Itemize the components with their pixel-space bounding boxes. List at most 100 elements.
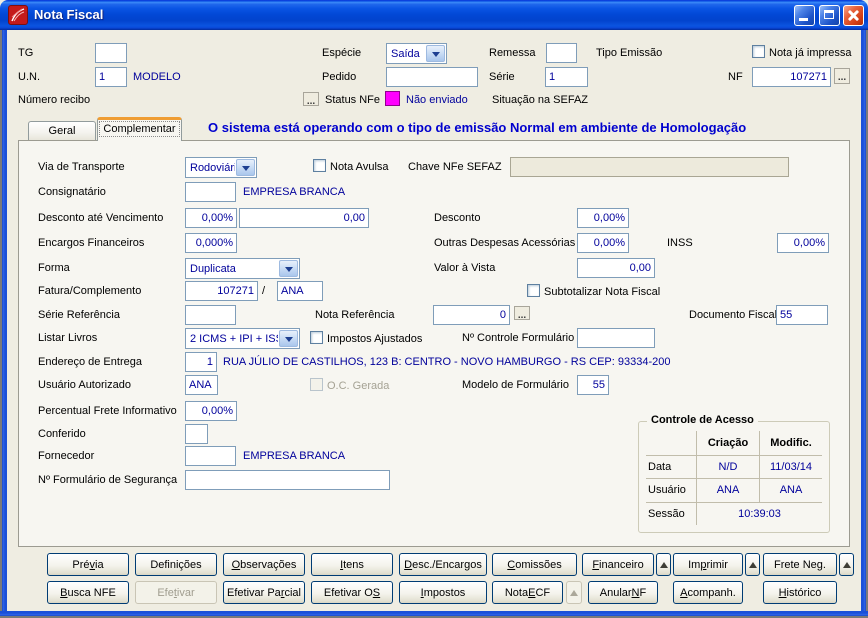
- desc-encargos-button[interactable]: Desc./Encargos: [399, 553, 487, 576]
- usuario-autorizado-input[interactable]: [185, 375, 218, 395]
- controle-acesso-groupbox: Controle de Acesso Criação Modific. Data…: [638, 421, 830, 533]
- efetivar-os-button[interactable]: Efetivar OS: [311, 581, 393, 604]
- minimize-button[interactable]: [794, 5, 815, 26]
- perc-frete-input[interactable]: [185, 401, 237, 421]
- chave-nfe-label: Chave NFe SEFAZ: [408, 160, 502, 174]
- imprimir-up-button[interactable]: [745, 553, 760, 576]
- financeiro-button[interactable]: Financeiro: [582, 553, 654, 576]
- financeiro-up-button[interactable]: [656, 553, 671, 576]
- tg-input[interactable]: [95, 43, 127, 63]
- maximize-button[interactable]: [819, 5, 840, 26]
- observacoes-button[interactable]: Observações: [223, 553, 305, 576]
- status-nfe-value: Não enviado: [406, 93, 468, 107]
- app-icon: [8, 5, 28, 25]
- forma-select[interactable]: Duplicata: [185, 258, 300, 279]
- modelo-formulario-input[interactable]: [577, 375, 609, 395]
- valor-vista-label: Valor à Vista: [434, 261, 495, 275]
- nf-input[interactable]: [752, 67, 831, 87]
- col-header-modific: Modific.: [759, 431, 822, 455]
- controle-formulario-input[interactable]: [577, 328, 655, 348]
- fornecedor-name: EMPRESA BRANCA: [243, 449, 345, 463]
- nota-ref-lookup-button[interactable]: ...: [514, 306, 530, 320]
- itens-button[interactable]: Itens: [311, 553, 393, 576]
- valor-vista-input[interactable]: [577, 258, 655, 278]
- desconto-venc-pct-input[interactable]: [185, 208, 237, 228]
- listar-livros-label: Listar Livros: [38, 331, 97, 345]
- situacao-sefaz-label: Situação na SEFAZ: [492, 93, 588, 107]
- chevron-down-icon: [279, 260, 298, 277]
- via-transporte-select[interactable]: Rodoviária: [185, 157, 257, 178]
- serie-ref-label: Série Referência: [38, 308, 120, 322]
- anular-nf-button[interactable]: Anular NF: [588, 581, 658, 604]
- previa-button[interactable]: Prévia: [47, 553, 129, 576]
- consignatario-name: EMPRESA BRANCA: [243, 185, 345, 199]
- un-input[interactable]: [95, 67, 127, 87]
- table-corner-cell: [646, 431, 696, 455]
- encargos-pct-input[interactable]: [185, 233, 237, 253]
- efetivar-parcial-button[interactable]: Efetivar Parcial: [223, 581, 305, 604]
- comissoes-button[interactable]: Comissões: [492, 553, 577, 576]
- acompanh-button[interactable]: Acompanh.: [673, 581, 743, 604]
- outras-despesas-input[interactable]: [577, 233, 629, 253]
- fatura-numero-input[interactable]: [185, 281, 258, 301]
- pedido-input[interactable]: [386, 67, 478, 87]
- especie-label: Espécie: [322, 46, 361, 60]
- fatura-label: Fatura/Complemento: [38, 284, 141, 298]
- nota-ecf-button[interactable]: Nota ECF: [492, 581, 563, 604]
- via-transporte-label: Via de Transporte: [38, 160, 125, 174]
- chevron-down-icon: [426, 45, 445, 62]
- busca-nfe-button[interactable]: Busca NFE: [47, 581, 129, 604]
- usuario-criacao: ANA: [696, 478, 759, 502]
- serie-input[interactable]: [545, 67, 588, 87]
- titlebar[interactable]: Nota Fiscal: [0, 0, 868, 30]
- nota-avulsa-label: Nota Avulsa: [330, 160, 389, 174]
- chevron-down-icon: [279, 330, 298, 347]
- chave-nfe-input[interactable]: [510, 157, 789, 177]
- modelo-label: MODELO: [133, 70, 181, 84]
- desconto-venc-valor-input[interactable]: [239, 208, 369, 228]
- desconto-pct-input[interactable]: [577, 208, 629, 228]
- subtotalizar-checkbox[interactable]: [527, 284, 540, 297]
- impostos-ajustados-checkbox[interactable]: [310, 331, 323, 344]
- listar-livros-select[interactable]: 2 ICMS + IPI + ISS: [185, 328, 300, 349]
- definicoes-button[interactable]: Definições: [135, 553, 217, 576]
- frete-neg-up-button[interactable]: [839, 553, 854, 576]
- subtotalizar-label: Subtotalizar Nota Fiscal: [544, 285, 660, 299]
- historico-button[interactable]: Histórico: [763, 581, 837, 604]
- frete-neg-button[interactable]: Frete Neg.: [763, 553, 837, 576]
- close-button[interactable]: [843, 5, 864, 26]
- efetivar-button: Efetivar: [135, 581, 217, 604]
- tab-geral[interactable]: Geral: [28, 121, 96, 141]
- listar-livros-value: 2 ICMS + IPI + ISS: [186, 333, 278, 345]
- formulario-seguranca-input[interactable]: [185, 470, 390, 490]
- up-arrow-icon: [843, 558, 851, 568]
- maximize-icon: [824, 10, 834, 19]
- encargos-label: Encargos Financeiros: [38, 236, 144, 250]
- serie-label: Série: [489, 70, 515, 84]
- desconto-label: Desconto: [434, 211, 480, 225]
- impostos-button[interactable]: Impostos: [399, 581, 487, 604]
- fornecedor-input[interactable]: [185, 446, 236, 466]
- imprimir-button[interactable]: Imprimir: [673, 553, 743, 576]
- nota-ecf-up-button: [566, 581, 582, 604]
- up-arrow-icon: [570, 586, 578, 596]
- nota-ja-impressa-checkbox[interactable]: [752, 45, 765, 58]
- row-label-sessao: Sessão: [646, 502, 696, 526]
- documento-fiscal-input[interactable]: [776, 305, 828, 325]
- consignatario-input[interactable]: [185, 182, 236, 202]
- tab-complementar[interactable]: Complementar: [97, 117, 182, 141]
- inss-input[interactable]: [777, 233, 829, 253]
- recibo-lookup-button[interactable]: ...: [303, 92, 319, 106]
- serie-ref-input[interactable]: [185, 305, 236, 325]
- documento-fiscal-label: Documento Fiscal: [689, 308, 777, 322]
- remessa-input[interactable]: [546, 43, 577, 63]
- nf-lookup-button[interactable]: ...: [834, 68, 850, 84]
- endereco-num-input[interactable]: [185, 352, 217, 372]
- fatura-serie-input[interactable]: [277, 281, 323, 301]
- controle-acesso-title: Controle de Acesso: [647, 414, 758, 426]
- especie-select[interactable]: Saída: [386, 43, 447, 64]
- nota-avulsa-checkbox[interactable]: [313, 159, 326, 172]
- conferido-input[interactable]: [185, 424, 208, 444]
- forma-label: Forma: [38, 261, 70, 275]
- nota-ref-input[interactable]: [433, 305, 510, 325]
